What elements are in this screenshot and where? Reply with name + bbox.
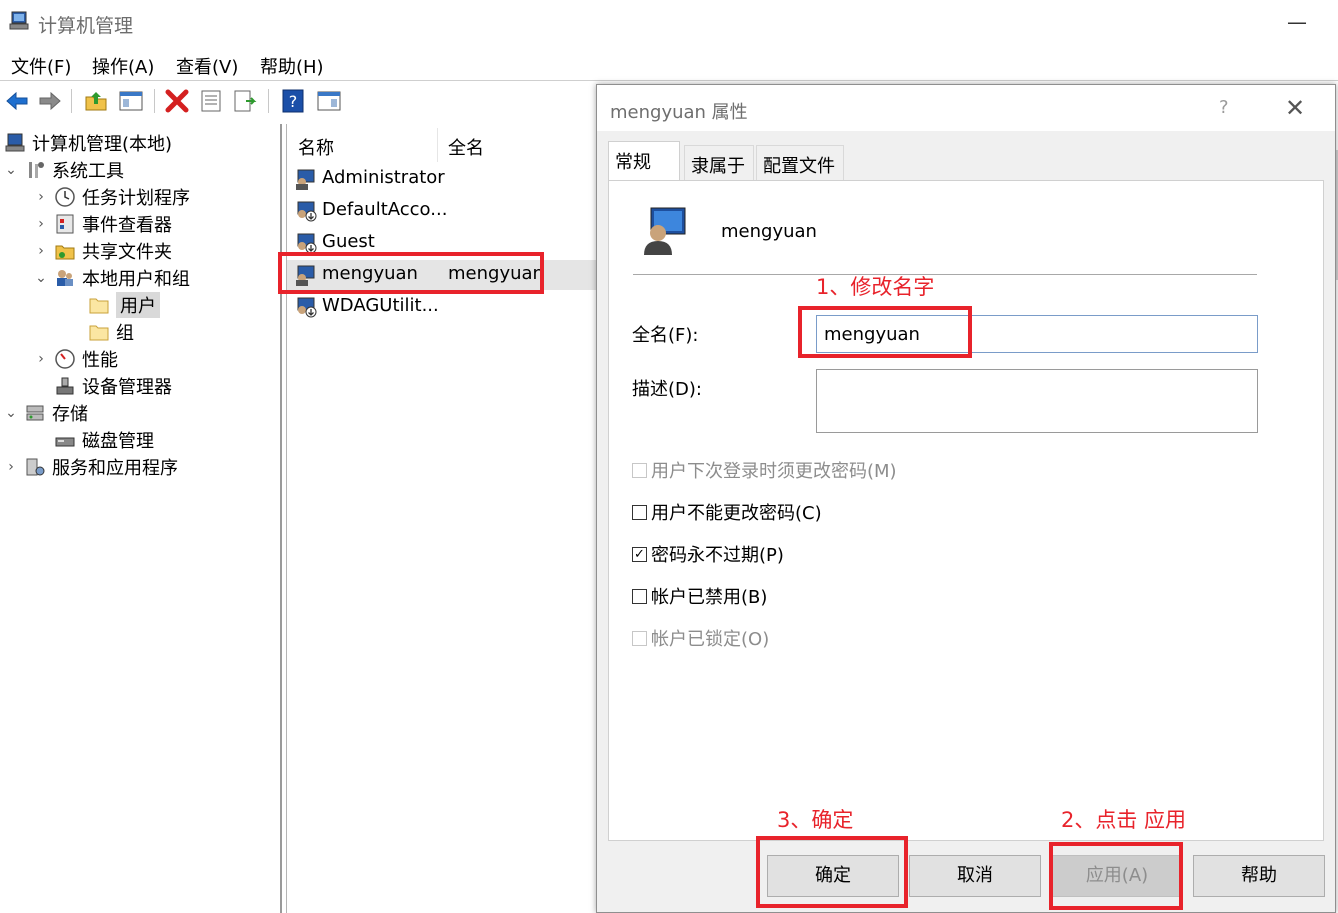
list-item-administrator[interactable]: Administrator [287, 164, 597, 194]
column-header-name[interactable]: 名称 [298, 134, 334, 160]
annotation-highlight-ok [756, 836, 908, 908]
user-list-pane: 名称 全名 Administrator DefaultAcco... Guest… [286, 124, 597, 913]
folder-icon [89, 298, 109, 314]
chevron-down-icon[interactable]: ⌄ [34, 270, 48, 286]
description-input[interactable] [816, 369, 1258, 433]
annotation-highlight-apply [1049, 842, 1183, 910]
storage-icon [26, 405, 44, 421]
column-header-fullname[interactable]: 全名 [448, 134, 484, 160]
tab-member-of[interactable]: 隶属于 [684, 145, 754, 181]
tree-item-event-viewer[interactable]: › 事件查看器 [34, 211, 172, 237]
svg-text:?: ? [289, 92, 298, 111]
tree-item-storage[interactable]: ⌄ 存储 [4, 400, 88, 426]
user-account-icon [296, 169, 315, 190]
help-button[interactable]: 帮助 [1193, 855, 1325, 897]
disabled-user-icon [297, 297, 317, 318]
dialog-title: mengyuan 属性 [610, 102, 748, 123]
chevron-down-icon[interactable]: ⌄ [4, 162, 18, 178]
disabled-user-icon [297, 233, 317, 254]
list-header: 名称 全名 [287, 124, 597, 164]
up-folder-icon[interactable] [83, 88, 109, 114]
password-never-expires-checkbox[interactable]: ✓ 密码永不过期(P) [632, 541, 784, 567]
delete-icon[interactable] [164, 88, 190, 114]
cannot-change-password-checkbox[interactable]: 用户不能更改密码(C) [632, 499, 822, 525]
back-arrow-icon[interactable] [4, 88, 30, 114]
chevron-right-icon[interactable]: › [34, 216, 48, 232]
dialog-help-button[interactable]: ? [1219, 97, 1229, 118]
general-tab-panel: mengyuan 全名(F): 描述(D): 用户下次登录时须更改密码(M) 用… [608, 180, 1324, 841]
user-avatar-icon [644, 207, 686, 255]
forward-arrow-icon[interactable] [37, 88, 63, 114]
account-disabled-checkbox[interactable]: 帐户已禁用(B) [632, 583, 767, 609]
disabled-user-icon [297, 201, 317, 222]
chevron-right-icon[interactable]: › [4, 459, 18, 475]
properties-icon[interactable] [198, 88, 224, 114]
tree-item-users[interactable]: 用户 [88, 292, 160, 318]
tree-item-system-tools[interactable]: ⌄ 系统工具 [4, 157, 124, 183]
tree-pane: 计算机管理(本地) ⌄ 系统工具 › 任务计划程序 › 事件查看器 › 共享文件… [0, 124, 282, 913]
computer-management-icon [9, 11, 29, 30]
chevron-right-icon[interactable]: › [34, 243, 48, 259]
tab-profile[interactable]: 配置文件 [756, 145, 844, 181]
services-icon [26, 458, 45, 476]
chevron-right-icon[interactable]: › [34, 351, 48, 367]
checkbox-box [632, 630, 647, 646]
tree-item-device-manager[interactable]: › 设备管理器 [34, 373, 172, 399]
tree-item-services-apps[interactable]: › 服务和应用程序 [4, 454, 178, 480]
checkmark-icon[interactable]: ✓ [632, 546, 647, 562]
performance-icon [55, 349, 75, 369]
tree-item-groups[interactable]: 组 [88, 319, 134, 345]
folder-icon [89, 325, 109, 341]
device-manager-icon [56, 377, 74, 395]
checkbox-box [632, 462, 647, 478]
help-icon[interactable]: ? [280, 88, 306, 114]
menu-view[interactable]: 查看(V) [176, 53, 238, 79]
menu-file[interactable]: 文件(F) [11, 53, 71, 79]
show-action-pane-icon[interactable] [316, 88, 342, 114]
tree-item-root[interactable]: 计算机管理(本地) [4, 130, 172, 156]
annotation-step2: 2、点击 应用 [1061, 808, 1187, 832]
tree-item-local-users-groups[interactable]: ⌄ 本地用户和组 [34, 265, 190, 291]
menu-action[interactable]: 操作(A) [92, 53, 154, 79]
event-viewer-icon [56, 214, 74, 234]
minimize-button[interactable]: — [1282, 8, 1312, 38]
fullname-label: 全名(F): [632, 325, 699, 346]
divider [633, 274, 1257, 275]
tree-item-task-scheduler[interactable]: › 任务计划程序 [34, 184, 190, 210]
description-label: 描述(D): [632, 379, 702, 400]
account-locked-checkbox: 帐户已锁定(O) [632, 625, 769, 651]
checkbox-box[interactable] [632, 504, 647, 520]
cancel-button[interactable]: 取消 [909, 855, 1041, 897]
close-icon[interactable]: ✕ [1285, 94, 1305, 122]
dialog-title-bar: mengyuan 属性 ? ✕ [597, 85, 1335, 131]
menu-bar: 文件(F) 操作(A) 查看(V) 帮助(H) [0, 46, 1338, 80]
list-item-wdagutility[interactable]: WDAGUtilit... [287, 292, 597, 322]
list-item-defaultaccount[interactable]: DefaultAcco... [287, 196, 597, 226]
tree-item-disk-management[interactable]: › 磁盘管理 [34, 427, 154, 453]
disk-icon [55, 437, 75, 447]
window-title: 计算机管理 [38, 15, 134, 37]
chevron-right-icon[interactable]: › [34, 189, 48, 205]
users-group-icon [57, 270, 73, 286]
tab-general[interactable]: 常规 [608, 141, 680, 183]
chevron-down-icon[interactable]: ⌄ [4, 405, 18, 421]
tree-item-performance[interactable]: › 性能 [34, 346, 118, 372]
clock-icon [55, 187, 75, 207]
user-properties-dialog: mengyuan 属性 ? ✕ 常规 隶属于 配置文件 mengyuan 全名(… [596, 84, 1336, 913]
show-hide-tree-icon[interactable] [118, 88, 144, 114]
annotation-step1: 1、修改名字 [816, 275, 935, 299]
export-list-icon[interactable] [232, 88, 258, 114]
menu-help[interactable]: 帮助(H) [260, 53, 324, 79]
shared-folder-icon [55, 245, 75, 260]
annotation-step3: 3、确定 [777, 808, 854, 832]
annotation-highlight-fullname [798, 306, 972, 358]
tools-icon [29, 162, 44, 178]
must-change-password-checkbox: 用户下次登录时须更改密码(M) [632, 457, 897, 483]
annotation-highlight-user-row [278, 252, 544, 294]
computer-management-icon [5, 133, 25, 152]
tree-item-shared-folders[interactable]: › 共享文件夹 [34, 238, 172, 264]
user-name-label: mengyuan [721, 221, 817, 242]
title-bar: 计算机管理 — [0, 0, 1338, 46]
checkbox-box[interactable] [632, 588, 647, 604]
